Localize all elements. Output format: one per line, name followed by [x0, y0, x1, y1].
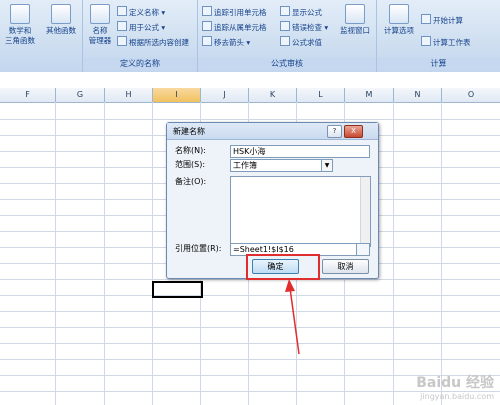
name-input[interactable]: HSK小海 [230, 145, 370, 158]
remove-arrows-icon [202, 36, 212, 46]
grid-line [0, 119, 500, 120]
ribbon-group-calculation: 计算选项 开始计算 计算工作表 计算 [377, 0, 500, 72]
watch-window-icon [345, 4, 365, 24]
calculation-group-label: 计算 [377, 58, 500, 70]
name-manager-label-1: 名称 [92, 26, 108, 35]
grid-line [0, 311, 500, 312]
error-checking-button[interactable]: 错误检查 ▾ [280, 21, 328, 32]
dialog-titlebar: 新建名称 ? X [167, 123, 378, 140]
more-functions-icon [51, 4, 71, 24]
scope-label: 范围(S): [175, 160, 206, 169]
use-in-formula-label: 用于公式 [129, 23, 159, 32]
trace-dependents-label: 追踪从属单元格 [214, 23, 267, 32]
refers-to-value: =Sheet1!$I$16 [233, 245, 294, 254]
show-formulas-button[interactable]: 显示公式 [280, 6, 322, 17]
calc-sheet-icon [421, 36, 431, 46]
show-formulas-label: 显示公式 [292, 8, 322, 17]
scope-select[interactable]: 工作簿 ▼ [230, 159, 333, 172]
define-name-icon [117, 6, 127, 16]
ribbon-group-defined-names: 名称 管理器 定义名称 ▾ 用于公式 ▾ 根据所选内容创建 定义的名称 [83, 0, 198, 72]
chevron-down-icon[interactable]: ▼ [321, 160, 332, 171]
remove-arrows-label: 移去箭头 [214, 38, 244, 47]
error-checking-icon [280, 21, 290, 31]
column-header-o[interactable]: O [442, 88, 500, 102]
trace-dependents-icon [202, 21, 212, 31]
watermark: Baidu 经验 jingyan.baidu.com [416, 372, 494, 401]
math-trig-icon [10, 4, 30, 24]
grid-line [0, 343, 500, 344]
define-name-button[interactable]: 定义名称 ▾ [117, 6, 165, 17]
selected-cell[interactable] [152, 281, 203, 298]
column-header-l[interactable]: L [297, 88, 345, 102]
grid-line [0, 295, 500, 296]
ribbon: 数学和 三角函数 其他函数 名称 管理器 定义名称 ▾ 用于公式 ▾ 根据所选内… [0, 0, 500, 73]
grid-line [0, 327, 500, 328]
remove-arrows-button[interactable]: 移去箭头 ▾ [202, 36, 250, 47]
grid-line [0, 359, 500, 360]
name-label: 名称(N): [175, 146, 206, 155]
calc-sheet-label: 计算工作表 [433, 38, 471, 47]
use-in-formula-icon [117, 21, 127, 31]
ok-highlight-box [246, 254, 320, 280]
evaluate-formula-button[interactable]: 公式求值 [280, 36, 322, 47]
comment-label: 备注(O): [175, 177, 207, 186]
column-header-n[interactable]: N [394, 88, 442, 102]
calc-options-icon [389, 4, 409, 24]
define-name-label: 定义名称 [129, 8, 159, 17]
ribbon-group-formula-auditing: 追踪引用单元格 追踪从属单元格 移去箭头 ▾ 显示公式 错误检查 ▾ 公式求值 … [198, 0, 377, 72]
scope-value: 工作簿 [233, 161, 257, 170]
ribbon-group-function-library: 数学和 三角函数 其他函数 [0, 0, 83, 72]
collapse-dialog-icon[interactable] [356, 244, 369, 255]
column-header-f[interactable]: F [0, 88, 56, 102]
column-header-m[interactable]: M [345, 88, 394, 102]
evaluate-formula-icon [280, 36, 290, 46]
name-manager-label-2: 管理器 [88, 36, 112, 45]
column-header-g[interactable]: G [56, 88, 105, 102]
calc-options-button[interactable]: 计算选项 [381, 4, 417, 36]
calc-now-button[interactable]: 开始计算 [421, 14, 463, 25]
name-manager-icon [90, 4, 110, 24]
defined-names-group-label: 定义的名称 [83, 58, 197, 70]
use-in-formula-button[interactable]: 用于公式 ▾ [117, 21, 165, 32]
error-checking-label: 错误检查 [292, 23, 322, 32]
close-button[interactable]: X [344, 125, 363, 138]
more-functions-label: 其他函数 [46, 26, 76, 35]
calc-options-label: 计算选项 [384, 26, 414, 35]
calc-now-icon [421, 14, 431, 24]
dialog-title: 新建名称 [173, 127, 205, 136]
watch-window-label: 监视窗口 [340, 26, 370, 35]
evaluate-formula-label: 公式求值 [292, 38, 322, 47]
calc-now-label: 开始计算 [433, 16, 463, 25]
create-from-selection-button[interactable]: 根据所选内容创建 [117, 36, 189, 47]
column-header-k[interactable]: K [249, 88, 297, 102]
create-from-selection-label: 根据所选内容创建 [129, 38, 189, 47]
refers-to-label: 引用位置(R): [175, 244, 222, 253]
more-functions-button[interactable]: 其他函数 [42, 4, 80, 36]
create-from-selection-icon [117, 36, 127, 46]
comment-scrollbar[interactable] [360, 177, 370, 246]
watch-window-button[interactable]: 监视窗口 [336, 4, 374, 36]
name-manager-button[interactable]: 名称 管理器 [86, 4, 114, 46]
formula-bar-area [0, 72, 500, 88]
trace-precedents-button[interactable]: 追踪引用单元格 [202, 6, 267, 17]
column-header-j[interactable]: J [201, 88, 249, 102]
math-trig-label-1: 数学和 [8, 26, 32, 35]
calc-sheet-button[interactable]: 计算工作表 [421, 36, 471, 47]
math-trig-button[interactable]: 数学和 三角函数 [2, 4, 38, 46]
help-button[interactable]: ? [327, 125, 342, 138]
watermark-title: Baidu 经验 [416, 375, 494, 391]
math-trig-label-2: 三角函数 [5, 36, 35, 45]
formula-auditing-group-label: 公式审核 [198, 58, 376, 70]
trace-dependents-button[interactable]: 追踪从属单元格 [202, 21, 267, 32]
trace-precedents-icon [202, 6, 212, 16]
column-header-h[interactable]: H [105, 88, 153, 102]
comment-textarea[interactable] [230, 176, 371, 247]
column-header-i[interactable]: I [153, 88, 201, 102]
watermark-url: jingyan.baidu.com [420, 392, 494, 401]
show-formulas-icon [280, 6, 290, 16]
trace-precedents-label: 追踪引用单元格 [214, 8, 267, 17]
cancel-button[interactable]: 取消 [322, 259, 369, 274]
column-header-bar: F G H I J K L M N O [0, 88, 500, 103]
